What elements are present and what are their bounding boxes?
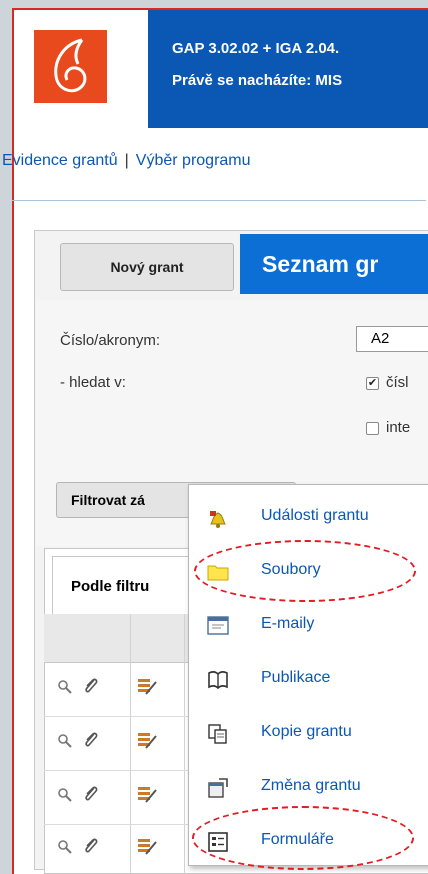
- menu-item-label: Soubory: [261, 561, 321, 578]
- option1-label: čísl: [386, 374, 409, 391]
- magnifier-icon[interactable]: [56, 678, 74, 696]
- change-icon: [208, 778, 228, 798]
- option1-checkbox[interactable]: ✔: [366, 377, 379, 390]
- menu-item-label: E-maily: [261, 615, 315, 632]
- new-grant-button[interactable]: Nový grant: [60, 243, 234, 291]
- logo: [34, 30, 107, 103]
- bell-icon: [210, 511, 226, 528]
- menu-item-grant-events[interactable]: Události grantu: [189, 493, 428, 545]
- form-icon: [208, 832, 228, 852]
- book-icon: [208, 671, 228, 690]
- paperclip-icon[interactable]: [82, 836, 100, 856]
- magnifier-icon[interactable]: [56, 732, 74, 750]
- tab-grant-list[interactable]: Seznam gr: [240, 234, 428, 294]
- nav-link-program[interactable]: Výběr programu: [136, 152, 251, 169]
- edit-icon[interactable]: [136, 784, 158, 804]
- menu-item-change-grant[interactable]: Změna grantu: [189, 763, 428, 815]
- number-label: Číslo/akronym:: [60, 332, 161, 349]
- menu-item-copy-grant[interactable]: Kopie grantu: [189, 709, 428, 761]
- edit-icon[interactable]: [136, 676, 158, 696]
- tab-by-filter[interactable]: Podle filtru: [52, 556, 192, 616]
- header-system-version: GAP 3.02.02 + IGA 2.04.: [172, 40, 340, 57]
- search-in-label: - hledat v:: [60, 374, 126, 391]
- menu-item-emails[interactable]: E-maily: [189, 601, 428, 653]
- magnifier-icon[interactable]: [56, 786, 74, 804]
- menu-item-files[interactable]: Soubory: [189, 547, 428, 599]
- edit-icon[interactable]: [136, 836, 158, 856]
- option2-checkbox[interactable]: [366, 422, 379, 435]
- edit-icon[interactable]: [136, 730, 158, 750]
- magnifier-icon[interactable]: [56, 838, 74, 856]
- menu-item-label: Publikace: [261, 669, 331, 686]
- email-icon: [207, 616, 229, 635]
- paperclip-icon[interactable]: [82, 730, 100, 750]
- grid-column-divider: [184, 614, 185, 874]
- paperclip-icon[interactable]: [82, 676, 100, 696]
- paperclip-icon[interactable]: [82, 784, 100, 804]
- logo-mark-icon: [54, 38, 87, 93]
- header-bar: [148, 10, 428, 128]
- menu-item-label: Kopie grantu: [261, 723, 352, 740]
- option2-label: inte: [386, 419, 411, 436]
- grant-context-menu: Události grantu Soubory E-maily Publikac…: [188, 484, 428, 866]
- menu-item-label: Události grantu: [261, 507, 369, 524]
- nav-divider: [12, 200, 426, 201]
- nav-separator: |: [124, 152, 129, 169]
- menu-item-label: Formuláře: [261, 831, 334, 848]
- header-location: Právě se nacházíte: MIS: [172, 72, 343, 89]
- grid-column-divider: [130, 614, 131, 874]
- number-input[interactable]: A2: [356, 326, 428, 352]
- breadcrumb: Evidence grantů | Výběr programu: [2, 152, 251, 170]
- menu-item-publications[interactable]: Publikace: [189, 655, 428, 707]
- copy-icon: [208, 724, 227, 744]
- folder-icon: [207, 565, 229, 581]
- nav-link-evidence[interactable]: Evidence grantů: [2, 152, 118, 169]
- menu-item-label: Změna grantu: [261, 777, 361, 794]
- menu-item-forms[interactable]: Formuláře: [189, 817, 428, 869]
